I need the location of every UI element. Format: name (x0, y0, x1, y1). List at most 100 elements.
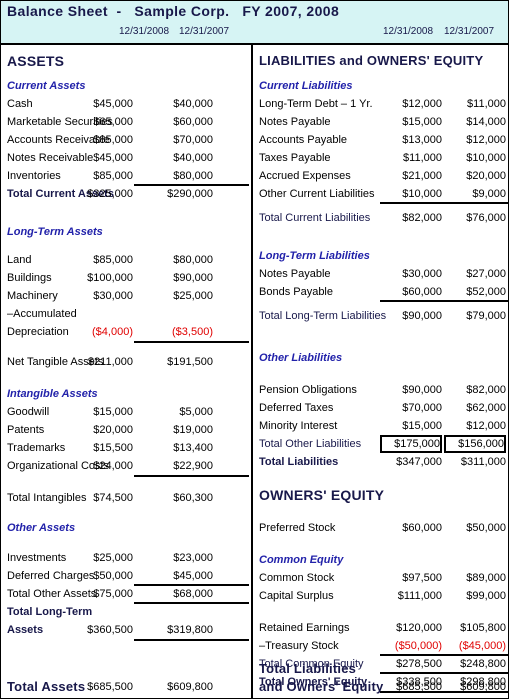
table-row: Deferred Taxes $70,000 $62,000 (253, 399, 508, 417)
row-value-2008: $85,000 (93, 254, 133, 266)
other-liabilities-subheading: Other Liabilities (259, 352, 343, 364)
grand-total-label-row: Total Liabilities (253, 660, 508, 678)
row-value-2008: $15,000 (93, 406, 133, 418)
total-assets-row: Total Assets $685,500 $609,800 (1, 678, 251, 696)
liabilities-heading: LIABILITIES and OWNERS' EQUITY (259, 53, 484, 68)
table-row: Patents $20,000 $19,000 (1, 421, 251, 439)
row-label-line1: Total Liabilities (259, 661, 357, 676)
balance-sheet-body: ASSETS Current Assets Cash $45,000 $40,0… (1, 43, 508, 698)
table-row: Cash $45,000 $40,000 (1, 95, 251, 113)
row-value-2008: $74,500 (93, 492, 133, 504)
subtotal-rule (134, 639, 249, 641)
row-value-2008: $12,000 (402, 98, 442, 110)
grand-total-row: and Owners' Equity $685,500 $609,800 (253, 678, 508, 696)
row-value-2007: $40,000 (173, 98, 213, 110)
table-row: Accrued Expenses $21,000 $20,000 (253, 167, 508, 185)
row-value-2008: $90,000 (402, 384, 442, 396)
table-row: Common Stock $97,500 $89,000 (253, 569, 508, 587)
total-long-term-assets-row: Assets $360,500 $319,800 (1, 621, 251, 641)
intangible-assets-subheading: Intangible Assets (7, 388, 98, 400)
row-value-2007: $19,000 (173, 424, 213, 436)
table-row: Accounts Payable $13,000 $12,000 (253, 131, 508, 149)
row-label: –Treasury Stock (259, 640, 339, 652)
row-value-2008: ($4,000) (92, 326, 133, 338)
liabilities-heading-row: LIABILITIES and OWNERS' EQUITY (253, 51, 508, 71)
row-value-2008: $65,000 (93, 116, 133, 128)
total-liabilities-row: Total Liabilities $347,000 $311,000 (253, 453, 508, 471)
row-value-2008: $20,000 (93, 424, 133, 436)
row-label: Deferred Taxes (259, 402, 334, 414)
table-row: Minority Interest $15,000 $12,000 (253, 417, 508, 435)
assets-column-date-2008: 12/31/2008 (119, 26, 170, 37)
row-value-2008: $85,000 (93, 134, 133, 146)
row-value-2007: $13,400 (173, 442, 213, 454)
row-value-2008: $347,000 (396, 456, 442, 468)
liabilities-column-date-2008: 12/31/2008 (383, 26, 434, 37)
row-label: Minority Interest (259, 420, 338, 432)
current-assets-subheading-row: Current Assets (1, 77, 251, 95)
table-row: Machinery $30,000 $25,000 (1, 287, 251, 305)
row-value-2007: $14,000 (466, 116, 506, 128)
row-label: Machinery (7, 290, 58, 302)
total-current-assets-row: Total Current Assets $325,000 $290,000 (1, 185, 251, 203)
row-value-2007: $68,000 (173, 588, 213, 600)
row-value-2008: $111,000 (397, 590, 442, 602)
table-row: Investments $25,000 $23,000 (1, 549, 251, 567)
row-value-2007: $12,000 (466, 420, 506, 432)
row-label: Accounts Payable (259, 134, 348, 146)
other-assets-subheading: Other Assets (7, 522, 76, 534)
row-value-2007: ($3,500) (172, 326, 213, 338)
row-value-2008: $45,000 (93, 152, 133, 164)
assets-heading-row: ASSETS (1, 51, 251, 71)
row-value-2007: $99,000 (466, 590, 506, 602)
total-current-liabilities-row: Total Current Liabilities $82,000 $76,00… (253, 209, 508, 227)
row-value-2008: $100,000 (87, 272, 133, 284)
row-value-2007: $82,000 (466, 384, 506, 396)
owners-equity-heading-row: OWNERS' EQUITY (253, 485, 508, 505)
row-label: Other Current Liabilities (259, 188, 375, 200)
row-value-2007: $90,000 (173, 272, 213, 284)
row-label-line2: Assets (7, 624, 44, 636)
preferred-stock-row: Preferred Stock $60,000 $50,000 (253, 519, 508, 537)
row-value-2008: $685,500 (87, 681, 133, 693)
row-value-2008: $82,000 (402, 212, 442, 224)
row-value-2007: $191,500 (167, 356, 213, 368)
current-assets-subheading: Current Assets (7, 80, 86, 92)
row-value-2007: $76,000 (466, 212, 506, 224)
row-value-2007: $45,000 (173, 570, 213, 582)
table-row: Accounts Receivable $85,000 $70,000 (1, 131, 251, 149)
retained-earnings-row: Retained Earnings $120,000 $105,800 (253, 619, 508, 637)
balance-sheet-document: Balance Sheet - Sample Corp. FY 2007, 20… (0, 0, 509, 699)
row-label: Retained Earnings (259, 622, 350, 634)
row-label: Total Other Liabilities (259, 438, 362, 450)
other-liabilities-subheading-row: Other Liabilities (253, 349, 508, 367)
row-label-line1: Total Long-Term (7, 606, 93, 618)
table-row: Bonds Payable $60,000 $52,000 (253, 283, 508, 302)
row-label: Investments (7, 552, 67, 564)
row-label: Bonds Payable (259, 286, 333, 298)
row-value-2008: $120,000 (396, 622, 442, 634)
table-row: Goodwill $15,000 $5,000 (1, 403, 251, 421)
row-value-2007: $40,000 (173, 152, 213, 164)
row-label: Total Current Liabilities (259, 212, 371, 224)
row-label: Patents (7, 424, 45, 436)
row-value-2008: $11,000 (403, 152, 442, 164)
row-value-2007: $10,000 (466, 152, 506, 164)
row-label-line2: and Owners' Equity (259, 679, 384, 694)
assets-column: ASSETS Current Assets Cash $45,000 $40,0… (1, 45, 251, 698)
subtotal-rule (380, 202, 508, 204)
row-value-2007: $22,900 (173, 460, 213, 472)
row-value-2008: $90,000 (402, 310, 442, 322)
owners-equity-heading: OWNERS' EQUITY (259, 487, 385, 503)
row-value-2008: $360,500 (87, 624, 133, 636)
row-value-2007: $105,800 (460, 622, 506, 634)
current-liabilities-subheading: Current Liabilities (259, 80, 353, 92)
row-value-2007: ($45,000) (458, 640, 506, 652)
row-value-2008: $60,000 (402, 522, 442, 534)
row-value-2007: $319,800 (167, 624, 213, 636)
table-row: Taxes Payable $11,000 $10,000 (253, 149, 508, 167)
row-value-2008: $97,500 (402, 572, 442, 584)
current-liabilities-subheading-row: Current Liabilities (253, 77, 508, 95)
assets-column-date-2007: 12/31/2007 (179, 26, 230, 37)
row-value-2007: $52,000 (466, 286, 506, 298)
